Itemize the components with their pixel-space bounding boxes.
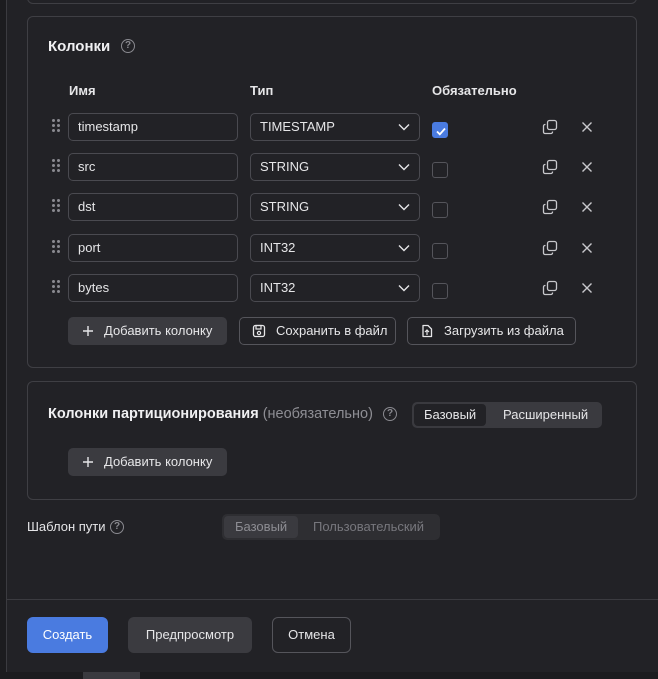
header-type: Тип	[250, 83, 274, 98]
column-type-select[interactable]: STRING	[250, 153, 420, 181]
save-to-file-label: Сохранить в файл	[276, 323, 388, 338]
add-column-label: Добавить колонку	[104, 323, 213, 338]
load-from-file-label: Загрузить из файла	[444, 323, 564, 338]
required-checkbox[interactable]	[432, 202, 448, 218]
add-partition-column-label: Добавить колонку	[104, 454, 213, 469]
columns-card: Колонки ? Имя Тип Обязательно timestamp T…	[27, 16, 637, 368]
column-name-input[interactable]: timestamp	[68, 113, 238, 141]
plus-icon	[83, 326, 93, 336]
chevron-down-icon	[398, 285, 410, 292]
duplicate-icon[interactable]	[542, 240, 558, 256]
duplicate-icon[interactable]	[542, 199, 558, 215]
partition-optional-note: (необязательно)	[262, 406, 373, 422]
check-icon	[436, 127, 446, 136]
column-type-value: STRING	[260, 159, 310, 174]
partition-card: Колонки партиционирования (необязательно…	[27, 381, 637, 500]
chevron-down-icon	[398, 204, 410, 211]
save-to-file-button[interactable]: Сохранить в файл	[239, 317, 396, 345]
partition-title: Колонки партиционирования (необязательно…	[48, 406, 373, 422]
column-row: src STRING	[28, 153, 638, 181]
partition-mode-advanced[interactable]: Расширенный	[493, 404, 598, 426]
close-icon[interactable]	[579, 240, 595, 256]
duplicate-icon[interactable]	[542, 159, 558, 175]
column-name-input[interactable]: bytes	[68, 274, 238, 302]
bottom-strip	[0, 672, 658, 679]
close-icon[interactable]	[579, 159, 595, 175]
column-row: timestamp TIMESTAMP	[28, 113, 638, 141]
close-icon[interactable]	[579, 199, 595, 215]
chevron-down-icon	[398, 245, 410, 252]
bottom-strip-segment	[83, 672, 140, 679]
partition-mode-switch[interactable]: Базовый Расширенный	[412, 402, 602, 428]
path-template-custom[interactable]: Пользовательский	[303, 516, 434, 538]
column-type-value: STRING	[260, 199, 310, 214]
partition-title-text: Колонки партиционирования	[48, 406, 259, 422]
drag-handle-icon[interactable]	[52, 159, 60, 175]
column-name-input[interactable]: dst	[68, 193, 238, 221]
required-checkbox[interactable]	[432, 243, 448, 259]
load-from-file-button[interactable]: Загрузить из файла	[407, 317, 576, 345]
column-type-select[interactable]: INT32	[250, 234, 420, 262]
file-upload-icon	[422, 324, 433, 338]
partition-mode-basic[interactable]: Базовый	[414, 404, 487, 426]
header-required: Обязательно	[432, 83, 517, 98]
columns-title: Колонки	[48, 38, 111, 55]
header-name: Имя	[69, 83, 96, 98]
column-type-value: TIMESTAMP	[260, 119, 335, 134]
column-type-value: INT32	[260, 280, 296, 295]
drag-handle-icon[interactable]	[52, 280, 60, 296]
close-icon[interactable]	[579, 280, 595, 296]
chevron-down-icon	[398, 164, 410, 171]
help-icon[interactable]: ?	[110, 520, 124, 534]
create-button[interactable]: Создать	[27, 617, 108, 653]
save-icon	[252, 324, 266, 338]
previous-card-edge	[27, 0, 637, 4]
left-gutter	[0, 0, 7, 679]
duplicate-icon[interactable]	[542, 280, 558, 296]
footer-divider	[7, 599, 658, 600]
column-type-value: INT32	[260, 240, 296, 255]
drag-handle-icon[interactable]	[52, 119, 60, 135]
path-template-basic[interactable]: Базовый	[224, 516, 299, 538]
column-type-select[interactable]: TIMESTAMP	[250, 113, 420, 141]
column-type-select[interactable]: STRING	[250, 193, 420, 221]
add-column-button[interactable]: Добавить колонку	[68, 317, 227, 345]
column-name-input[interactable]: src	[68, 153, 238, 181]
column-row: port INT32	[28, 234, 638, 262]
plus-icon	[83, 457, 93, 467]
drag-handle-icon[interactable]	[52, 240, 60, 256]
column-row: dst STRING	[28, 193, 638, 221]
column-type-select[interactable]: INT32	[250, 274, 420, 302]
required-checkbox[interactable]	[432, 283, 448, 299]
column-row: bytes INT32	[28, 274, 638, 302]
close-icon[interactable]	[579, 119, 595, 135]
path-template-label: Шаблон пути	[27, 519, 106, 534]
drag-handle-icon[interactable]	[52, 199, 60, 215]
help-icon[interactable]: ?	[383, 407, 397, 421]
chevron-down-icon	[398, 124, 410, 131]
path-template-switch[interactable]: Базовый Пользовательский	[222, 514, 440, 540]
cancel-button[interactable]: Отмена	[272, 617, 351, 653]
duplicate-icon[interactable]	[542, 119, 558, 135]
help-icon[interactable]: ?	[121, 39, 135, 53]
add-partition-column-button[interactable]: Добавить колонку	[68, 448, 227, 476]
required-checkbox[interactable]	[432, 122, 448, 138]
preview-button[interactable]: Предпросмотр	[128, 617, 252, 653]
column-name-input[interactable]: port	[68, 234, 238, 262]
required-checkbox[interactable]	[432, 162, 448, 178]
